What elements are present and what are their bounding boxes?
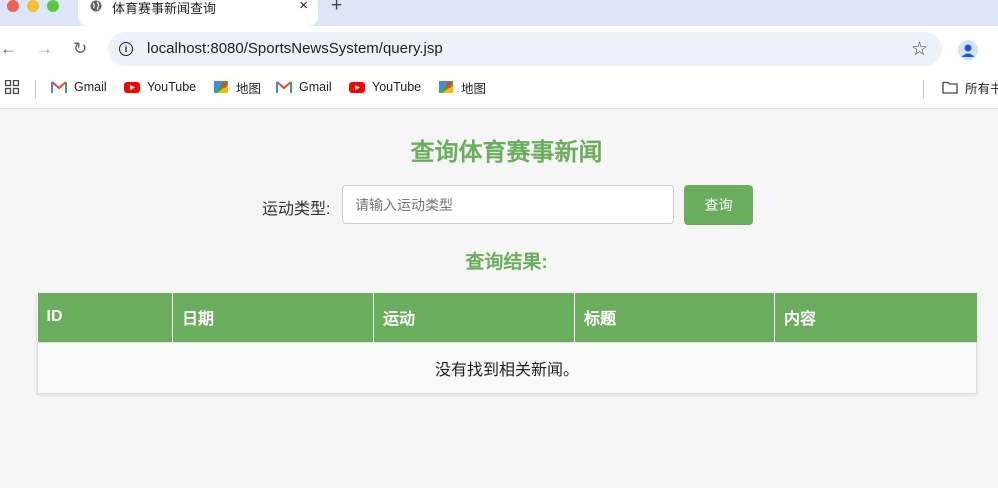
sport-type-input[interactable]	[342, 185, 674, 224]
close-window-button[interactable]	[7, 0, 19, 12]
bookmark-youtube[interactable]: YouTube	[124, 72, 196, 102]
bookmark-label: YouTube	[147, 80, 197, 94]
maps-icon	[214, 81, 228, 93]
bookmark-gmail[interactable]: Gmail	[51, 72, 107, 102]
tab-title: 体育赛事新闻查询	[112, 1, 217, 16]
bookmarks-divider	[923, 80, 924, 98]
new-tab-button[interactable]: +	[331, 0, 342, 17]
address-bar[interactable]: i localhost:8080/SportsNewsSystem/query.…	[108, 32, 942, 66]
minimize-window-button[interactable]	[27, 0, 39, 12]
globe-icon	[90, 0, 102, 12]
column-header-content: 内容	[774, 293, 977, 342]
tab-strip: 体育赛事新闻查询 × +	[0, 0, 998, 26]
back-arrow-icon[interactable]: ←	[0, 39, 17, 59]
all-bookmarks-folder[interactable]: 所有书签	[942, 72, 998, 102]
bookmark-label: Gmail	[299, 80, 332, 94]
bookmark-label: YouTube	[372, 80, 422, 94]
maximize-window-button[interactable]	[47, 0, 59, 12]
bookmark-label: Gmail	[74, 80, 107, 94]
reload-icon[interactable]: ↻	[73, 39, 87, 59]
profile-avatar-icon[interactable]	[958, 40, 978, 60]
bookmark-star-icon[interactable]: ☆	[911, 38, 928, 61]
tab-close-icon[interactable]: ×	[299, 0, 308, 14]
bookmark-youtube[interactable]: YouTube	[349, 72, 421, 102]
bookmark-maps[interactable]: 地图	[213, 72, 261, 102]
column-header-date: 日期	[172, 293, 374, 342]
bookmarks-bar: Gmail YouTube 地图 Gmail YouTube 地图 所有书	[0, 72, 998, 109]
folder-icon	[942, 81, 958, 94]
empty-results-message: 没有找到相关新闻。	[37, 341, 977, 394]
bookmark-label: 地图	[236, 81, 262, 96]
browser-toolbar: ← → ↻ i localhost:8080/SportsNewsSystem/…	[0, 26, 998, 72]
bookmarks-divider	[35, 80, 36, 98]
column-header-title: 标题	[574, 293, 775, 342]
results-table: ID 日期 运动 标题 内容 没有找到相关新闻。	[37, 293, 977, 394]
table-header-row: ID 日期 运动 标题 内容	[37, 293, 977, 342]
gmail-icon	[276, 81, 292, 93]
url-text[interactable]: localhost:8080/SportsNewsSystem/query.js…	[147, 40, 443, 57]
apps-grid-icon[interactable]	[5, 80, 19, 94]
bookmark-maps[interactable]: 地图	[438, 72, 486, 102]
column-header-id: ID	[37, 293, 173, 342]
gmail-icon	[51, 81, 67, 93]
all-bookmarks-label: 所有书签	[965, 81, 998, 96]
bookmark-gmail[interactable]: Gmail	[276, 72, 332, 102]
column-header-sport: 运动	[373, 293, 575, 342]
site-info-icon[interactable]: i	[119, 42, 133, 56]
bookmark-label: 地图	[461, 81, 487, 96]
youtube-icon	[124, 82, 140, 93]
sport-type-label: 运动类型:	[262, 201, 331, 218]
forward-arrow-icon[interactable]: →	[36, 39, 53, 59]
active-tab[interactable]: 体育赛事新闻查询 ×	[78, 0, 318, 26]
table-row: 没有找到相关新闻。	[37, 341, 977, 394]
page-title: 查询体育赛事新闻	[410, 139, 603, 166]
maps-icon	[439, 81, 453, 93]
query-button[interactable]: 查询	[684, 185, 753, 225]
youtube-icon	[349, 82, 365, 93]
results-heading: 查询结果:	[465, 252, 548, 273]
